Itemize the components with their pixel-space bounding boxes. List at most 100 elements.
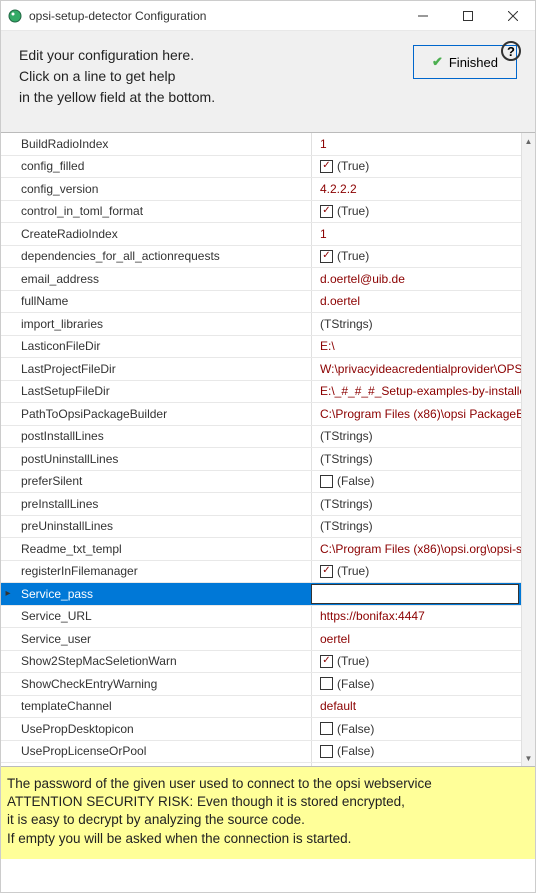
config-row[interactable]: preUninstallLines(TStrings): [1, 516, 521, 539]
config-key: ShowCheckEntryWarning: [15, 677, 311, 691]
config-value[interactable]: ✓ (True): [311, 246, 521, 268]
checkbox-icon[interactable]: ✓: [320, 250, 333, 263]
config-row[interactable]: ShowCheckEntryWarning (False): [1, 673, 521, 696]
scrollbar[interactable]: ▲ ▼: [521, 133, 535, 766]
config-key: LasticonFileDir: [15, 339, 311, 353]
checkbox-icon[interactable]: [320, 475, 333, 488]
config-row[interactable]: UsePropLicenseOrPool(False): [1, 741, 521, 764]
config-value[interactable]: (TStrings): [311, 313, 521, 335]
value-text: C:\Program Files (x86)\opsi.org\opsi-set: [320, 542, 521, 556]
config-value[interactable]: W:\privacyideacredentialprovider\OPSI: [311, 358, 521, 380]
bool-label: (True): [337, 159, 369, 173]
config-value[interactable]: (False): [311, 718, 521, 740]
config-key: postInstallLines: [15, 429, 311, 443]
config-value[interactable]: (False): [311, 673, 521, 695]
config-row[interactable]: Show2StepMacSeletionWarn✓(True): [1, 651, 521, 674]
value-text: https://bonifax:4447: [320, 609, 425, 623]
config-row[interactable]: PathToOpsiPackageBuilderC:\Program Files…: [1, 403, 521, 426]
scroll-up-icon[interactable]: ▲: [522, 133, 535, 149]
config-value[interactable]: 1: [311, 133, 521, 155]
config-value[interactable]: ✓ (True): [311, 156, 521, 178]
config-row[interactable]: dependencies_for_all_actionrequests✓(Tru…: [1, 246, 521, 269]
config-value[interactable]: d.oertel: [311, 291, 521, 313]
close-button[interactable]: [490, 1, 535, 30]
config-value[interactable]: 1: [311, 223, 521, 245]
config-row[interactable]: postInstallLines (TStrings): [1, 426, 521, 449]
config-row[interactable]: config_version4.2.2.2: [1, 178, 521, 201]
config-row[interactable]: registerInFilemanager✓(True): [1, 561, 521, 584]
config-row[interactable]: Service_useroertel: [1, 628, 521, 651]
config-row[interactable]: postUninstallLines (TStrings): [1, 448, 521, 471]
config-value[interactable]: E:\_#_#_#_Setup-examples-by-installer: [311, 381, 521, 403]
value-text: (TStrings): [320, 519, 373, 533]
config-row[interactable]: LastSetupFileDirE:\_#_#_#_Setup-examples…: [1, 381, 521, 404]
window-title: opsi-setup-detector Configuration: [29, 9, 400, 23]
value-text: (TStrings): [320, 452, 373, 466]
help-icon[interactable]: ?: [501, 41, 521, 61]
config-value[interactable]: (TStrings): [311, 426, 521, 448]
config-value[interactable]: (False): [311, 471, 521, 493]
config-value[interactable]: (TStrings): [311, 493, 521, 515]
config-value[interactable]: default: [311, 696, 521, 718]
config-key: postUninstallLines: [15, 452, 311, 466]
config-row[interactable]: preferSilent(False): [1, 471, 521, 494]
checkbox-icon[interactable]: [320, 722, 333, 735]
config-value[interactable]: 4.2.2.2: [311, 178, 521, 200]
config-row[interactable]: UsePropDesktopicon(False): [1, 718, 521, 741]
config-row[interactable]: fullName d.oertel: [1, 291, 521, 314]
bool-label: (True): [337, 249, 369, 263]
config-row[interactable]: Service_URLhttps://bonifax:4447: [1, 606, 521, 629]
config-row[interactable]: templateChanneldefault: [1, 696, 521, 719]
config-value[interactable]: W:\: [311, 763, 521, 766]
scroll-down-icon[interactable]: ▼: [522, 750, 535, 766]
config-value[interactable]: C:\Program Files (x86)\opsi PackageBuil: [311, 403, 521, 425]
checkbox-icon[interactable]: ✓: [320, 655, 333, 668]
config-row[interactable]: CreateRadioIndex1: [1, 223, 521, 246]
checkbox-icon[interactable]: [320, 677, 333, 690]
config-value[interactable]: (TStrings): [311, 516, 521, 538]
help-line: it is easy to decrypt by analyzing the s…: [7, 811, 529, 829]
config-row[interactable]: BuildRadioIndex1: [1, 133, 521, 156]
config-row[interactable]: control_in_toml_format✓(True): [1, 201, 521, 224]
bool-label: (True): [337, 564, 369, 578]
config-row[interactable]: ▸Service_pass: [1, 583, 521, 606]
checkbox-icon[interactable]: ✓: [320, 565, 333, 578]
help-line: The password of the given user used to c…: [7, 775, 529, 793]
config-value[interactable]: (False): [311, 741, 521, 763]
minimize-button[interactable]: [400, 1, 445, 30]
config-row[interactable]: LasticonFileDir E:\: [1, 336, 521, 359]
checkbox-icon[interactable]: [320, 745, 333, 758]
config-key: preInstallLines: [15, 497, 311, 511]
config-value[interactable]: ✓(True): [311, 201, 521, 223]
config-row[interactable]: LastProjectFileDirW:\privacyideacredenti…: [1, 358, 521, 381]
config-key: fullName: [15, 294, 311, 308]
config-row[interactable]: preInstallLines (TStrings): [1, 493, 521, 516]
config-value[interactable]: ✓ (True): [311, 651, 521, 673]
checkbox-icon[interactable]: ✓: [320, 205, 333, 218]
config-value[interactable]: C:\Program Files (x86)\opsi.org\opsi-set: [311, 538, 521, 560]
config-value[interactable]: [311, 584, 519, 604]
config-row[interactable]: email_addressd.oertel@uib.de: [1, 268, 521, 291]
value-text: d.oertel: [320, 294, 360, 308]
value-text: E:\: [320, 339, 335, 353]
config-key: PathToOpsiPackageBuilder: [15, 407, 311, 421]
bool-label: (True): [337, 654, 369, 668]
checkbox-icon[interactable]: ✓: [320, 160, 333, 173]
config-value[interactable]: https://bonifax:4447: [311, 606, 521, 628]
maximize-button[interactable]: [445, 1, 490, 30]
config-value[interactable]: ✓ (True): [311, 561, 521, 583]
config-row[interactable]: config_filled✓(True): [1, 156, 521, 179]
config-row[interactable]: import_libraries(TStrings): [1, 313, 521, 336]
config-row[interactable]: Readme_txt_templC:\Program Files (x86)\o…: [1, 538, 521, 561]
value-text: 1: [320, 227, 327, 241]
help-panel: The password of the given user used to c…: [1, 767, 535, 859]
config-value[interactable]: (TStrings): [311, 448, 521, 470]
value-text: (TStrings): [320, 429, 373, 443]
config-row[interactable]: workbench_PathW:\: [1, 763, 521, 766]
value-text: (TStrings): [320, 497, 373, 511]
bool-label: (False): [337, 677, 374, 691]
config-value[interactable]: oertel: [311, 628, 521, 650]
config-key: import_libraries: [15, 317, 311, 331]
config-value[interactable]: d.oertel@uib.de: [311, 268, 521, 290]
config-value[interactable]: E:\: [311, 336, 521, 358]
